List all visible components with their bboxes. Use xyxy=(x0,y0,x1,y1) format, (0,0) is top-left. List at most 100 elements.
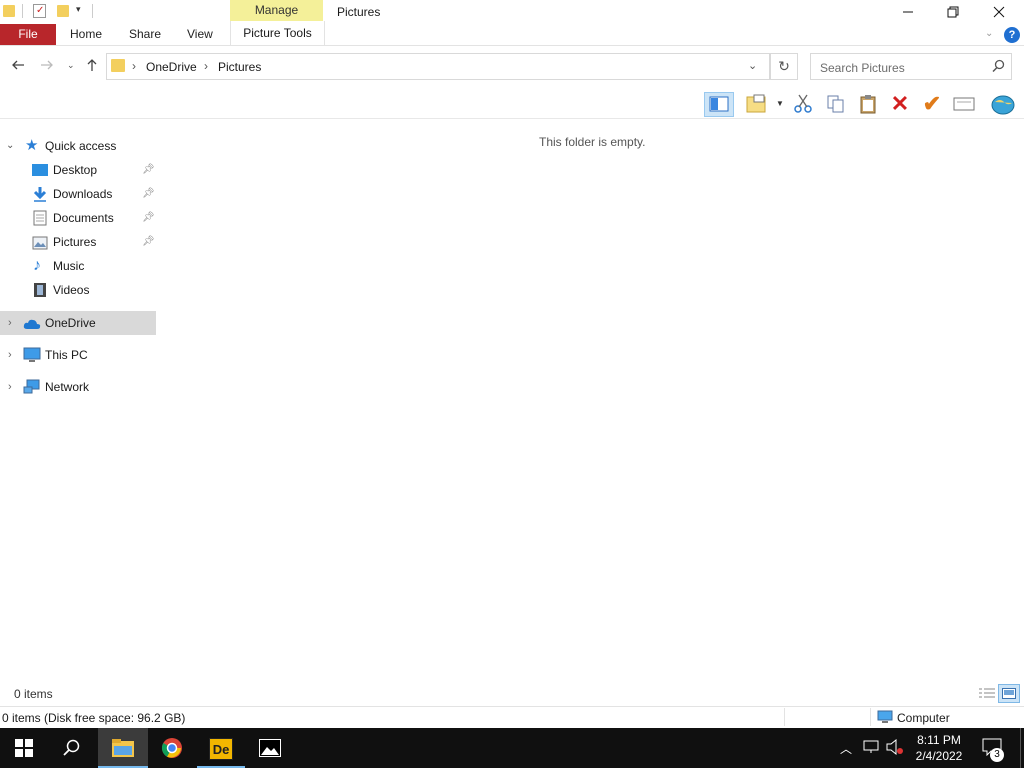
back-button[interactable] xyxy=(11,58,25,74)
search-input[interactable] xyxy=(818,55,992,80)
tab-view[interactable]: View xyxy=(187,24,213,45)
delete-button[interactable]: ✕ xyxy=(887,92,913,116)
properties-globe-button[interactable] xyxy=(990,92,1016,116)
red-x-icon: ✕ xyxy=(890,91,910,116)
chevron-right-icon[interactable]: › xyxy=(8,375,12,399)
window-title: Pictures xyxy=(337,5,381,19)
search-icon[interactable] xyxy=(992,59,1005,75)
chevron-down-icon[interactable]: ⌄ xyxy=(6,134,14,158)
layout-icon xyxy=(746,94,766,113)
nav-label: OneDrive xyxy=(45,316,96,330)
preview-pane-button[interactable] xyxy=(704,92,734,117)
chevron-down-icon[interactable]: ⌄ xyxy=(748,59,757,72)
search-box[interactable] xyxy=(810,53,1012,80)
rename-icon xyxy=(953,97,975,111)
system-clock[interactable]: 8:11 PM 2/4/2022 xyxy=(913,732,965,764)
refresh-button[interactable]: ↻ xyxy=(770,53,798,80)
taskbar-chrome[interactable] xyxy=(148,728,196,768)
minimize-button[interactable] xyxy=(885,0,931,24)
taskbar-app-de[interactable]: De xyxy=(197,728,245,768)
music-note-icon: ♪ xyxy=(33,257,41,274)
folder-icon xyxy=(111,59,125,72)
tab-home[interactable]: Home xyxy=(70,24,102,45)
nav-network[interactable]: › Network xyxy=(0,375,156,399)
scissors-icon xyxy=(794,94,812,113)
chevron-right-icon: › xyxy=(204,59,208,73)
refresh-icon: ↻ xyxy=(778,58,790,74)
nav-label: Documents xyxy=(53,211,114,225)
volume-muted-icon[interactable] xyxy=(886,738,904,758)
paste-button[interactable] xyxy=(855,92,881,116)
pin-icon[interactable]: 📌︎ xyxy=(142,206,155,230)
minimize-icon xyxy=(903,11,913,13)
chrome-icon xyxy=(161,738,182,758)
checkmark-icon: ✔ xyxy=(922,91,942,116)
preview-pane-icon xyxy=(709,96,729,112)
breadcrumb-onedrive[interactable]: OneDrive xyxy=(146,60,197,74)
copy-button[interactable] xyxy=(823,92,849,116)
breadcrumb-pictures[interactable]: Pictures xyxy=(218,60,261,74)
forward-button[interactable] xyxy=(40,58,54,74)
nav-this-pc[interactable]: › This PC xyxy=(0,343,156,367)
tab-share[interactable]: Share xyxy=(129,24,161,45)
network-status-icon[interactable] xyxy=(863,740,879,757)
file-explorer-icon xyxy=(112,739,134,757)
customize-qat-icon[interactable]: ▾ xyxy=(76,4,81,15)
help-icon[interactable]: ? xyxy=(1004,27,1020,43)
expand-ribbon-icon[interactable]: ⌄ xyxy=(985,28,993,39)
pin-icon[interactable]: 📌︎ xyxy=(142,158,155,182)
cloud-icon xyxy=(23,315,41,331)
nav-desktop[interactable]: Desktop 📌︎ xyxy=(0,158,156,182)
nav-pictures[interactable]: Pictures 📌︎ xyxy=(0,230,156,254)
nav-onedrive[interactable]: › OneDrive xyxy=(0,311,156,335)
clock-time: 8:11 PM xyxy=(917,733,961,747)
nav-music[interactable]: ♪ Music xyxy=(0,254,156,278)
nav-label: Downloads xyxy=(53,187,113,201)
recent-locations-icon[interactable]: ⌄ xyxy=(67,60,75,71)
large-icons-view-button[interactable] xyxy=(998,684,1020,703)
search-icon xyxy=(63,739,80,756)
pin-icon[interactable]: 📌︎ xyxy=(142,182,155,206)
nav-quick-access[interactable]: ⌄ ★ Quick access xyxy=(0,134,156,158)
properties-icon[interactable]: ✓ xyxy=(33,4,46,18)
restore-button[interactable] xyxy=(930,0,976,24)
new-folder-icon[interactable] xyxy=(57,5,69,17)
divider xyxy=(22,4,23,18)
details-view-button[interactable] xyxy=(978,686,996,700)
layout-button[interactable] xyxy=(744,92,770,116)
select-button[interactable]: ✔ xyxy=(919,92,945,116)
tab-file[interactable]: File xyxy=(0,24,56,45)
search-taskbar-button[interactable] xyxy=(48,728,96,768)
taskbar-file-explorer[interactable] xyxy=(98,728,148,768)
download-arrow-icon xyxy=(32,186,48,202)
up-button[interactable] xyxy=(86,58,98,75)
network-icon xyxy=(23,379,40,395)
tab-picture-tools[interactable]: Picture Tools xyxy=(230,21,325,45)
taskbar-photos[interactable] xyxy=(246,728,294,768)
show-desktop-button[interactable] xyxy=(1020,728,1021,768)
close-button[interactable] xyxy=(976,0,1022,24)
restore-icon xyxy=(947,6,959,18)
document-icon xyxy=(33,210,49,226)
pin-icon[interactable]: 📌︎ xyxy=(142,230,155,254)
status-location: Computer xyxy=(897,711,950,725)
nav-videos[interactable]: Videos xyxy=(0,278,156,302)
nav-downloads[interactable]: Downloads 📌︎ xyxy=(0,182,156,206)
folder-icon[interactable] xyxy=(3,5,15,17)
manage-tab-group[interactable]: Manage xyxy=(230,0,323,21)
forward-arrow-icon xyxy=(41,60,53,70)
address-bar[interactable]: › OneDrive › Pictures ⌄ xyxy=(106,53,770,80)
clipboard-icon xyxy=(860,95,876,114)
rename-button[interactable] xyxy=(951,92,977,116)
start-button[interactable] xyxy=(0,728,48,768)
show-hidden-icons-chevron-icon[interactable]: ︿ xyxy=(840,740,852,757)
cut-button[interactable] xyxy=(790,92,816,116)
chevron-right-icon[interactable]: › xyxy=(8,343,12,367)
chevron-right-icon[interactable]: › xyxy=(8,311,12,335)
layout-dropdown-icon[interactable]: ▼ xyxy=(776,99,784,108)
film-icon xyxy=(33,282,49,298)
windows-logo-icon xyxy=(15,739,33,757)
nav-label: Network xyxy=(45,380,90,394)
nav-label: Pictures xyxy=(53,235,97,249)
nav-documents[interactable]: Documents 📌︎ xyxy=(0,206,156,230)
